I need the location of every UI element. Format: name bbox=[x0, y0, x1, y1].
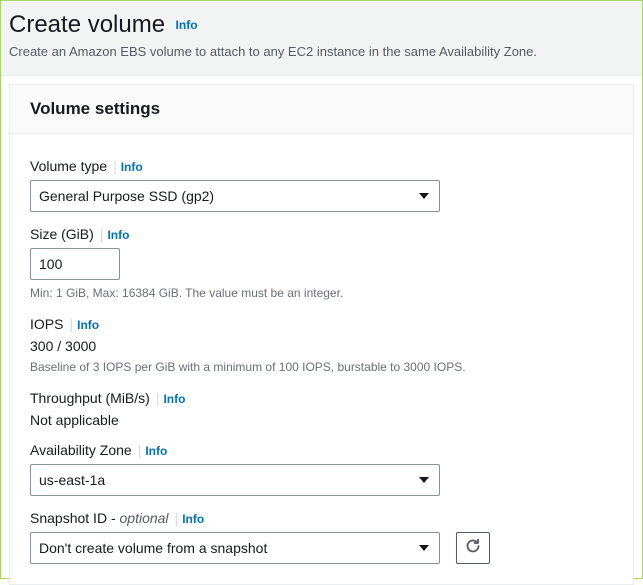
volume-type-label: Volume type bbox=[30, 158, 107, 174]
page-title: Create volume bbox=[9, 11, 165, 38]
field-size: Size (GiB)|Info Min: 1 GiB, Max: 16384 G… bbox=[30, 226, 613, 302]
iops-label: IOPS bbox=[30, 316, 63, 332]
volume-type-info-link[interactable]: Info bbox=[121, 160, 143, 174]
snapshot-optional: optional bbox=[116, 510, 169, 526]
page-title-info-link[interactable]: Info bbox=[176, 18, 198, 32]
field-iops: IOPS|Info 300 / 3000 Baseline of 3 IOPS … bbox=[30, 316, 613, 376]
panel-header: Volume settings bbox=[10, 85, 633, 134]
throughput-label-row: Throughput (MiB/s)|Info bbox=[30, 390, 613, 406]
snapshot-label-row: Snapshot ID - optional|Info bbox=[30, 510, 613, 526]
throughput-info-link[interactable]: Info bbox=[163, 392, 185, 406]
throughput-value: Not applicable bbox=[30, 412, 613, 428]
az-info-link[interactable]: Info bbox=[145, 444, 167, 458]
az-label-row: Availability Zone|Info bbox=[30, 442, 613, 458]
snapshot-label: Snapshot ID - bbox=[30, 510, 116, 526]
snapshot-refresh-button[interactable] bbox=[456, 532, 490, 564]
volume-settings-panel: Volume settings Volume type|Info General… bbox=[9, 84, 634, 585]
iops-value: 300 / 3000 bbox=[30, 338, 613, 354]
size-hint: Min: 1 GiB, Max: 16384 GiB. The value mu… bbox=[30, 285, 613, 302]
field-volume-type: Volume type|Info General Purpose SSD (gp… bbox=[30, 158, 613, 212]
page-header: Create volume Info Create an Amazon EBS … bbox=[1, 1, 642, 76]
az-label: Availability Zone bbox=[30, 442, 132, 458]
iops-hint: Baseline of 3 IOPS per GiB with a minimu… bbox=[30, 359, 613, 376]
size-label: Size (GiB) bbox=[30, 226, 94, 242]
field-az: Availability Zone|Info us-east-1a bbox=[30, 442, 613, 496]
size-info-link[interactable]: Info bbox=[107, 228, 129, 242]
volume-type-select[interactable]: General Purpose SSD (gp2) bbox=[30, 180, 440, 212]
iops-label-row: IOPS|Info bbox=[30, 316, 613, 332]
field-snapshot: Snapshot ID - optional|Info Don't create… bbox=[30, 510, 613, 564]
refresh-icon bbox=[465, 538, 481, 557]
iops-info-link[interactable]: Info bbox=[77, 318, 99, 332]
az-select[interactable]: us-east-1a bbox=[30, 464, 440, 496]
panel-body: Volume type|Info General Purpose SSD (gp… bbox=[10, 134, 633, 584]
panel-title: Volume settings bbox=[30, 99, 613, 119]
field-throughput: Throughput (MiB/s)|Info Not applicable bbox=[30, 390, 613, 428]
size-label-row: Size (GiB)|Info bbox=[30, 226, 613, 242]
volume-type-label-row: Volume type|Info bbox=[30, 158, 613, 174]
snapshot-info-link[interactable]: Info bbox=[182, 512, 204, 526]
page-subtitle: Create an Amazon EBS volume to attach to… bbox=[9, 43, 634, 61]
throughput-label: Throughput (MiB/s) bbox=[30, 390, 150, 406]
size-input[interactable] bbox=[30, 248, 120, 280]
snapshot-select[interactable]: Don't create volume from a snapshot bbox=[30, 532, 440, 564]
